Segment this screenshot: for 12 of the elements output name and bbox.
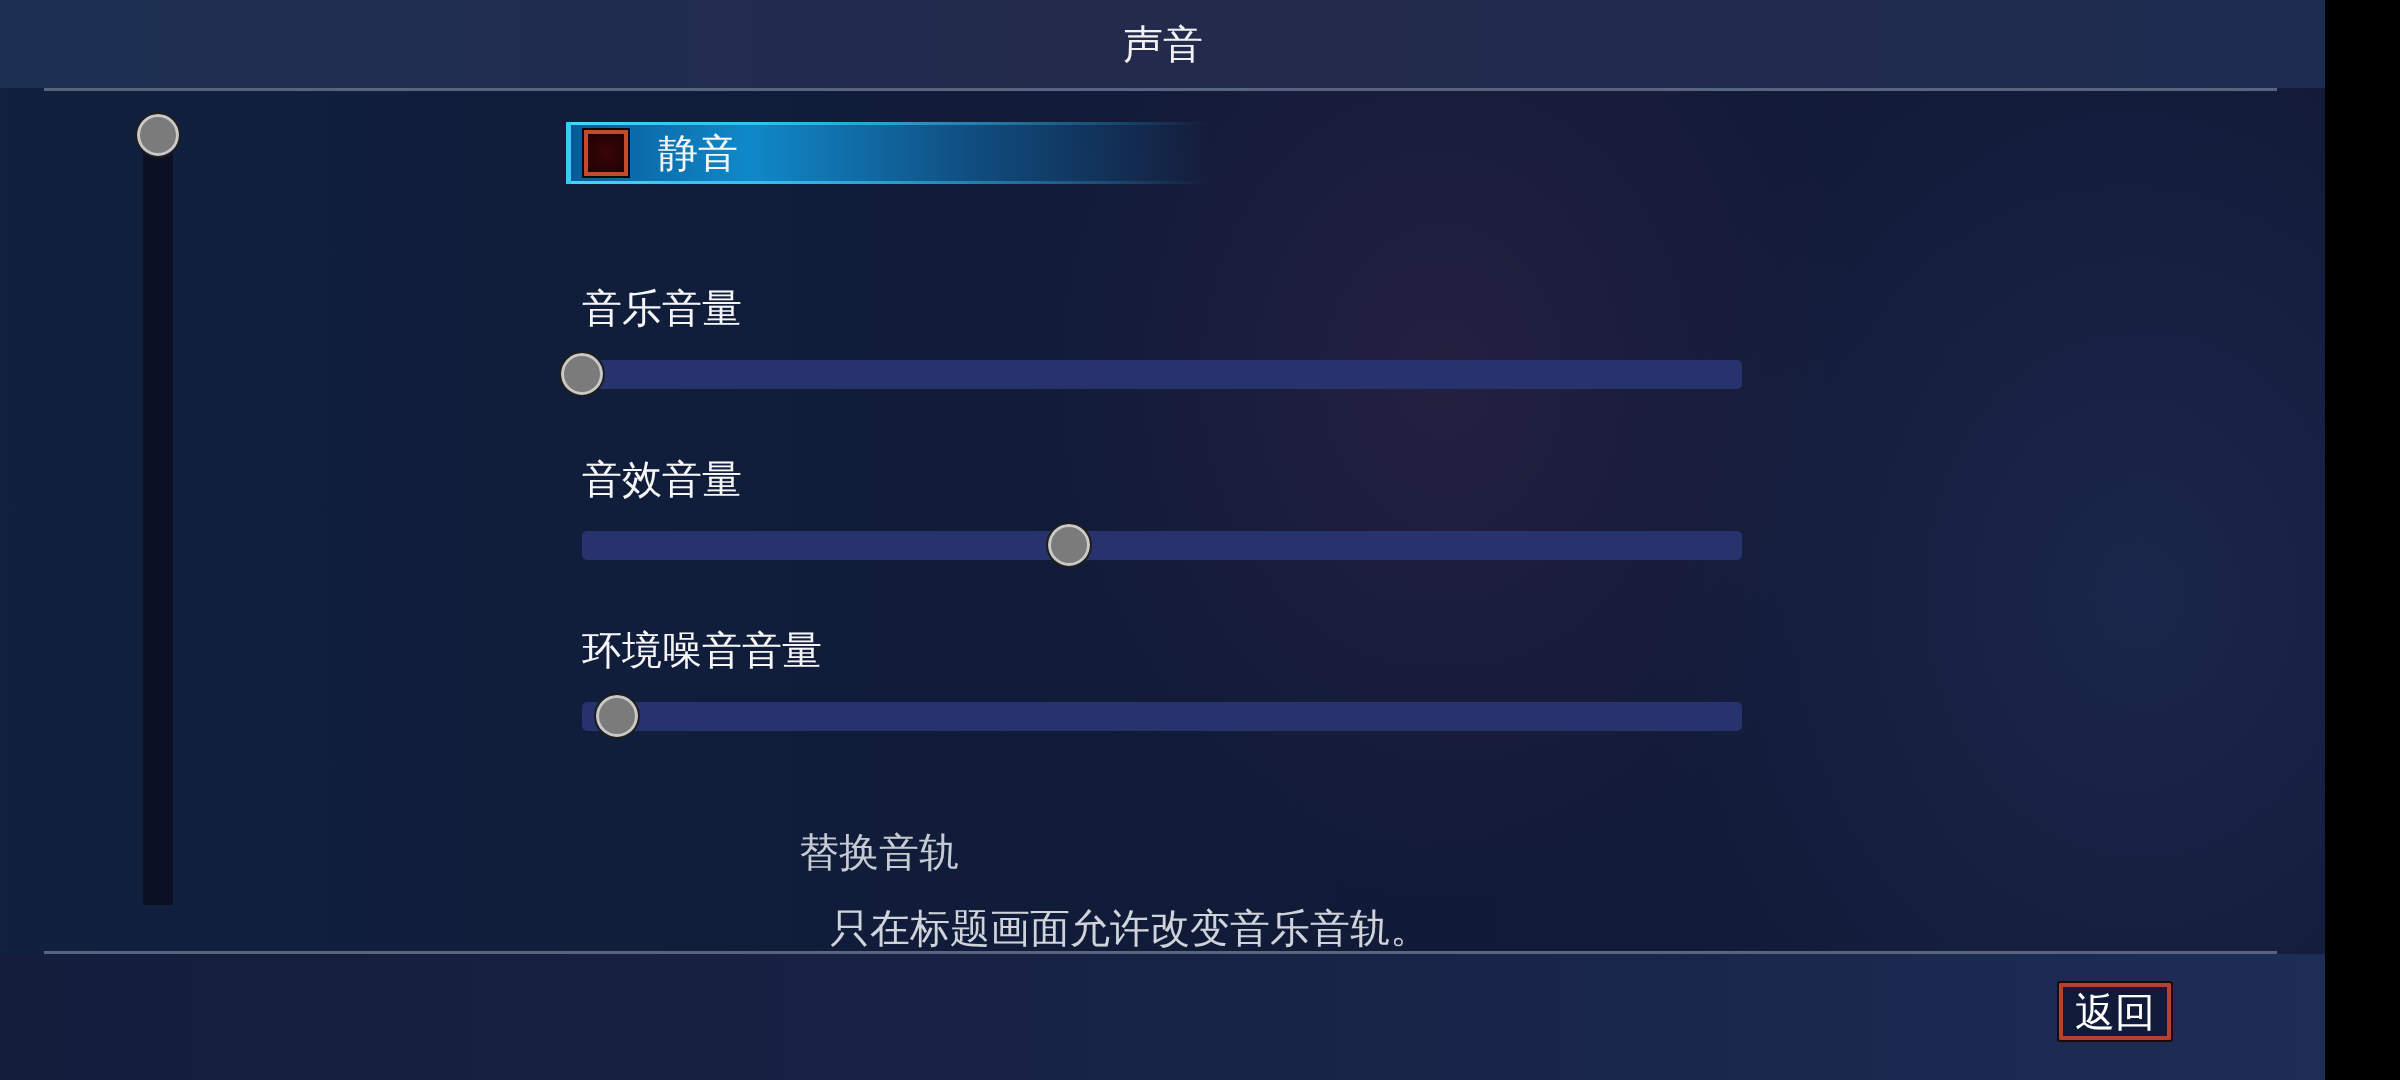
footer-button[interactable]: 返回 <box>2057 981 2173 1042</box>
slider-label: 音效音量 <box>582 456 742 502</box>
screen-title: 声音 <box>1122 21 1203 67</box>
slider-thumb[interactable] <box>559 351 605 397</box>
slider-thumb[interactable] <box>593 693 640 739</box>
scrollbar-thumb[interactable] <box>135 112 181 158</box>
scrollbar-track[interactable] <box>135 112 181 905</box>
slider-label: 环境噪音音量 <box>582 627 822 673</box>
option-note: 只在标题画面允许改变音乐音轨。 <box>830 907 1430 949</box>
slider-label: 音乐音量 <box>582 285 742 331</box>
checkbox[interactable] <box>582 128 630 178</box>
slider-thumb[interactable] <box>1046 522 1093 568</box>
